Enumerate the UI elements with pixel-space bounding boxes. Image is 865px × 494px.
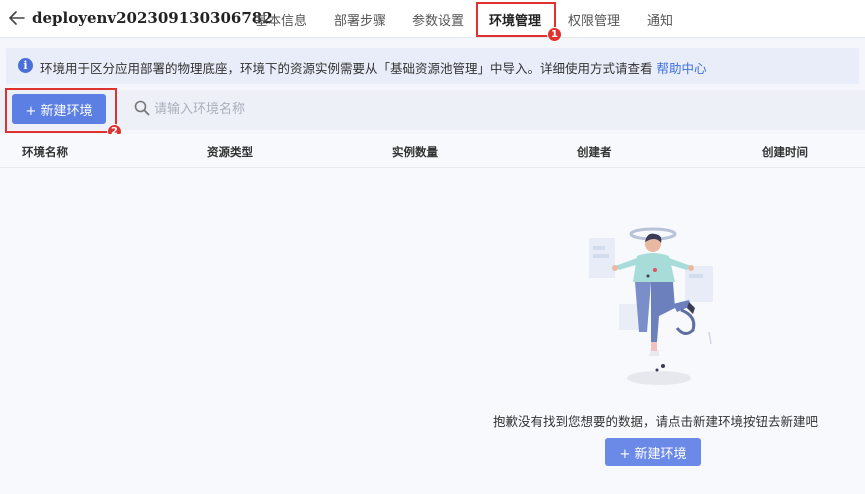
tab-environment[interactable]: 环境管理 [489,10,541,29]
info-text: 环境用于区分应用部署的物理底座，环境下的资源实例需要从「基础资源池管理」中导入。… [40,58,707,77]
tab-deploy-steps[interactable]: 部署步骤 [334,10,386,29]
tab-basic-info[interactable]: 基本信息 [255,10,307,29]
column-header-created-time: 创建时间 [762,145,808,159]
info-banner: i 环境用于区分应用部署的物理底座，环境下的资源实例需要从「基础资源池管理」中导… [6,48,859,84]
table-body [0,168,865,494]
search-icon [134,100,150,116]
environment-search-input[interactable] [154,97,354,121]
empty-state-new-environment-button[interactable]: + 新建环境 [605,438,701,466]
new-environment-button[interactable]: + 新建环境 [12,94,106,124]
column-header-instance-count: 实例数量 [392,145,438,159]
tab-notifications[interactable]: 通知 [647,10,673,29]
column-header-creator: 创建者 [577,145,612,159]
arrow-left-icon [9,11,25,25]
info-icon: i [18,58,33,73]
table-header: 环境名称 资源类型 实例数量 创建者 创建时间 [0,134,865,168]
empty-state-illustration [589,227,713,385]
page-title: deployenv202309130306782 [32,9,273,27]
column-header-name: 环境名称 [22,145,68,159]
empty-state-message: 抱歉没有找到您想要的数据，请点击新建环境按钮去新建吧 [493,414,819,429]
back-button[interactable] [8,9,26,27]
tab-permissions[interactable]: 权限管理 [568,10,620,29]
info-message: 环境用于区分应用部署的物理底座，环境下的资源实例需要从「基础资源池管理」中导入。… [40,61,653,76]
callout-badge-1: 1 [547,27,562,42]
toolbar [0,90,865,130]
column-header-resource-type: 资源类型 [207,145,253,159]
help-center-link[interactable]: 帮助中心 [657,61,707,76]
tab-parameters[interactable]: 参数设置 [412,10,464,29]
top-header: deployenv202309130306782 基本信息 部署步骤 参数设置 … [0,0,865,38]
